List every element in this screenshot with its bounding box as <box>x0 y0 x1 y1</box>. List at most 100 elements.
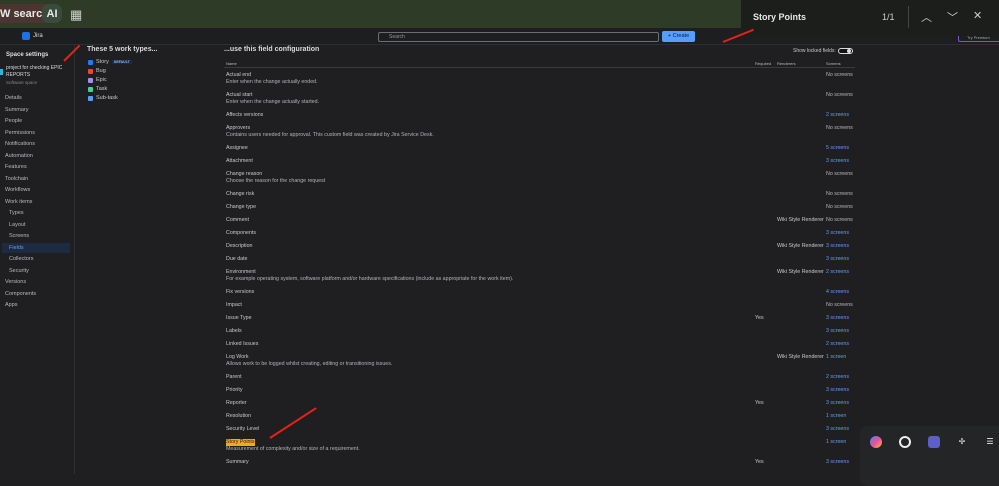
find-input[interactable]: Story Points <box>753 12 806 22</box>
sidebar-item-types[interactable]: Types <box>2 208 70 218</box>
screens-link[interactable]: 3 screens <box>826 328 849 335</box>
field-name[interactable]: Log Work <box>226 354 853 361</box>
table-row: Story Points Measurement of complexity an… <box>224 437 855 457</box>
screens-link[interactable]: 1 screen <box>826 439 846 446</box>
field-name[interactable]: Comment <box>226 217 853 224</box>
create-button[interactable]: + Create <box>662 31 695 42</box>
teams-icon[interactable] <box>928 436 940 448</box>
field-name[interactable]: Change reason <box>226 171 853 178</box>
field-name[interactable]: Impact <box>226 302 853 309</box>
sidebar-item-screens[interactable]: Screens <box>2 231 70 241</box>
field-name[interactable]: Description <box>226 243 853 250</box>
field-name[interactable]: Due date <box>226 256 853 263</box>
screens-link[interactable]: 3 screens <box>826 256 849 263</box>
show-locked-toggle[interactable] <box>837 48 853 54</box>
sidebar-item-versions[interactable]: Versions <box>2 277 70 287</box>
sidebar-item-security[interactable]: Security <box>2 266 70 276</box>
screens-link[interactable]: 4 screens <box>826 289 849 296</box>
screens-link[interactable]: 3 screens <box>826 426 849 433</box>
screens-link[interactable]: 2 screens <box>826 341 849 348</box>
search-input[interactable]: Search <box>378 32 659 42</box>
work-type-item[interactable]: Epic <box>88 77 107 83</box>
project-name[interactable]: project for checking EPIC REPORTS <box>6 65 72 78</box>
table-row: Change type No screens <box>224 202 855 215</box>
field-name[interactable]: Labels <box>226 328 853 335</box>
field-name[interactable]: Resolution <box>226 413 853 420</box>
sidebar-item-summary[interactable]: Summary <box>2 105 70 115</box>
close-icon[interactable]: ✕ <box>973 9 982 22</box>
sidebar-item-people[interactable]: People <box>2 116 70 126</box>
sidebar-item-features[interactable]: Features <box>2 162 70 172</box>
field-name[interactable]: Change type <box>226 204 853 211</box>
field-name[interactable]: Linked Issues <box>226 341 853 348</box>
table-row: Issue Type Yes 3 screens <box>224 313 855 326</box>
sidebar-item-fields[interactable]: Fields <box>2 242 70 253</box>
work-type-item[interactable]: Task <box>88 86 107 92</box>
field-name[interactable]: Attachment <box>226 158 853 165</box>
work-type-item[interactable]: Story DEFAULT <box>88 59 132 65</box>
screens-link[interactable]: 2 screens <box>826 112 849 119</box>
field-name[interactable]: Environment <box>226 269 853 276</box>
field-name[interactable]: Fix versions <box>226 289 853 296</box>
grammarly-icon[interactable] <box>899 436 911 448</box>
screens-link[interactable]: 3 screens <box>826 400 849 407</box>
screens-link[interactable]: 1 screen <box>826 413 846 420</box>
field-name[interactable]: Priority <box>226 387 853 394</box>
screens-link: No screens <box>826 191 853 197</box>
sidebar-item-layout[interactable]: Layout <box>2 220 70 230</box>
sidebar-item-notifications[interactable]: Notifications <box>2 139 70 149</box>
screens-link[interactable]: 3 screens <box>826 230 849 237</box>
field-name[interactable]: Change risk <box>226 191 853 198</box>
sidebar-item-workflows[interactable]: Workflows <box>2 185 70 195</box>
screens-link[interactable]: 2 screens <box>826 374 849 381</box>
field-name[interactable]: Story Points <box>226 439 255 446</box>
sidebar-item-work-items[interactable]: Work items <box>2 197 70 207</box>
chevron-down-icon[interactable]: ﹀ <box>947 9 958 25</box>
field-name[interactable]: Components <box>226 230 853 237</box>
field-description: For example operating system, software p… <box>226 276 514 282</box>
screens-link[interactable]: 3 screens <box>826 315 849 322</box>
sidebar-item-permissions[interactable]: Permissions <box>2 128 70 138</box>
chevron-up-icon[interactable]: ︿ <box>921 9 932 25</box>
screens-link[interactable]: 1 screen <box>826 354 846 361</box>
screens-link: No screens <box>826 302 853 308</box>
field-name[interactable]: Parent <box>226 374 853 381</box>
copilot-icon[interactable] <box>870 436 882 448</box>
table-row: Comment Wiki Style Renderer No screens <box>224 215 855 228</box>
screens-link[interactable]: 3 screens <box>826 243 849 250</box>
network-icon[interactable]: ☰ <box>984 436 996 448</box>
sidebar-item-automation[interactable]: Automation <box>2 151 70 161</box>
screens-link: No screens <box>826 217 853 223</box>
system-tray-popup: ✢ ☰ <box>860 426 999 486</box>
field-name[interactable]: Actual end <box>226 72 853 79</box>
screens-link[interactable]: 3 screens <box>826 387 849 394</box>
screens-link[interactable]: 3 screens <box>826 158 849 165</box>
table-row: Change risk No screens <box>224 189 855 202</box>
sidebar-item-components[interactable]: Components <box>2 289 70 299</box>
sidebar-item-toolchain[interactable]: Toolchain <box>2 174 70 184</box>
grid-icon[interactable]: ▦ <box>70 7 82 23</box>
jira-logo[interactable]: Jira <box>22 32 43 40</box>
field-name[interactable]: Actual start <box>226 92 853 99</box>
screens-link[interactable]: 5 screens <box>826 145 849 152</box>
divider <box>908 6 909 28</box>
field-name[interactable]: Assignee <box>226 145 853 152</box>
field-name[interactable]: Security Level <box>226 426 853 433</box>
screens-link: No screens <box>826 204 853 210</box>
screens-link[interactable]: 2 screens <box>826 269 849 276</box>
field-name[interactable]: Affects versions <box>226 112 853 119</box>
table-row: Log Work Allows work to be logged whilst … <box>224 352 855 372</box>
sidebar-item-collectors[interactable]: Collectors <box>2 254 70 264</box>
work-type-item[interactable]: Sub-task <box>88 95 118 101</box>
work-type-label: Bug <box>96 68 106 74</box>
work-type-icon <box>88 77 93 83</box>
field-name[interactable]: Approvers <box>226 125 853 132</box>
sidebar-item-details[interactable]: Details <box>2 93 70 103</box>
slack-icon[interactable]: ✢ <box>956 436 968 448</box>
work-type-item[interactable]: Bug <box>88 68 106 74</box>
ai-button[interactable]: AI <box>42 4 62 23</box>
sidebar-item-apps[interactable]: Apps <box>2 300 70 310</box>
screens-link[interactable]: 3 screens <box>826 459 849 466</box>
table-row: Fix versions 4 screens <box>224 287 855 300</box>
table-row: Due date 3 screens <box>224 254 855 267</box>
